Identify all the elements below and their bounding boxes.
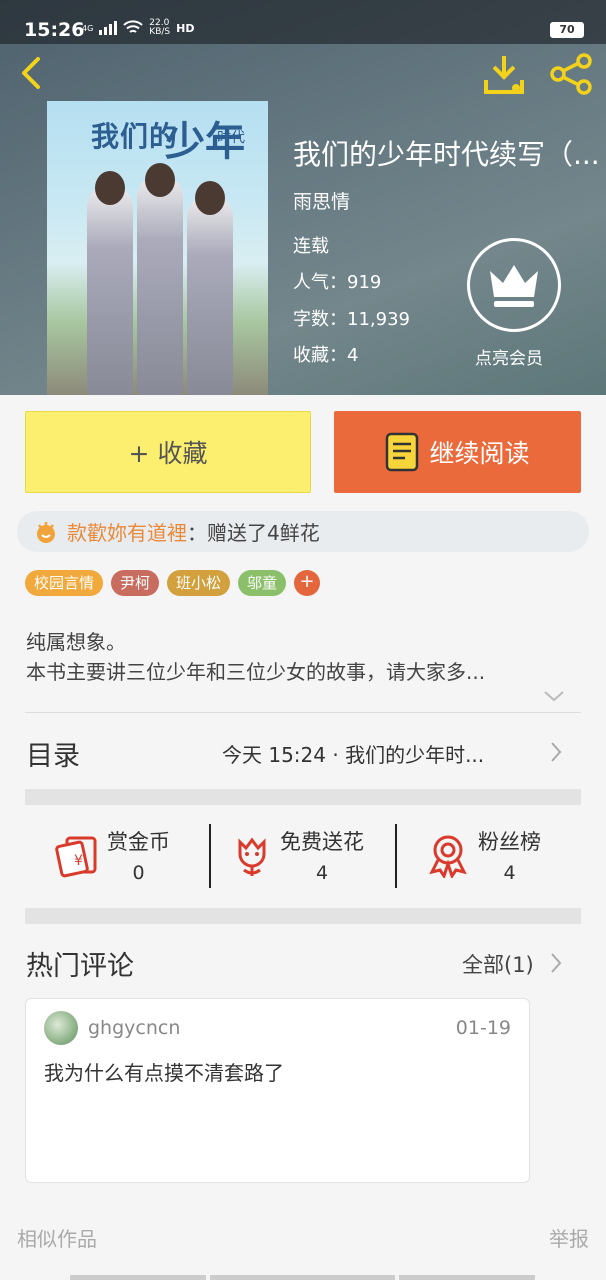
avatar[interactable] — [44, 1011, 78, 1045]
book-status: 连载 — [293, 236, 329, 257]
hot-comments-title: 热门评论 — [26, 951, 134, 982]
signal-icon — [99, 21, 118, 35]
section-separator — [25, 789, 581, 805]
wifi-icon — [123, 20, 143, 33]
all-comments-label: 全部(1) — [462, 953, 534, 977]
reward-coins-label: 赏金币 — [107, 830, 170, 854]
cover-figure-head — [95, 171, 125, 205]
status-icons: 4G 22.0 KB/S HD — [82, 19, 194, 37]
tag-list: 校园言情 尹柯 班小松 邬童 + — [25, 570, 321, 596]
book-title: 我们的少年时代续写（... — [293, 138, 600, 171]
book-word-count: 字数：11,939 — [293, 309, 410, 330]
download-icon[interactable] — [480, 52, 528, 96]
tag-item[interactable]: 尹柯 — [111, 570, 160, 596]
fan-ranking-value: 4 — [503, 862, 516, 884]
status-time: 15:26 — [24, 19, 85, 41]
cover-figure-head — [195, 181, 225, 215]
similar-work-thumb[interactable] — [210, 1275, 395, 1280]
gift-text: ：赠送了4鲜花 — [187, 521, 320, 545]
comment-date: 01-19 — [455, 1017, 511, 1039]
collect-button[interactable]: + 收藏 — [25, 411, 311, 493]
hd-badge: HD — [176, 21, 195, 35]
chevron-right-icon — [551, 953, 562, 973]
comment-user[interactable]: ghgycncn — [88, 1017, 180, 1039]
cover-figure-head — [145, 163, 175, 197]
similar-work-thumb[interactable] — [70, 1275, 206, 1280]
similar-work-thumb[interactable] — [399, 1275, 535, 1280]
stat-divider — [395, 824, 397, 888]
description-line-1: 纯属想象。 — [26, 630, 126, 654]
flower-gift-icon — [37, 521, 55, 543]
cover-figure — [87, 185, 133, 395]
section-separator — [25, 908, 581, 924]
gift-notice[interactable]: 款歡妳有道裡 ：赠送了4鲜花 — [17, 511, 589, 552]
report-button[interactable]: 举报 — [549, 1223, 589, 1252]
comment-text: 我为什么有点摸不清套路了 — [44, 1061, 284, 1085]
crown-icon — [490, 265, 538, 307]
vip-label: 点亮会员 — [475, 349, 543, 369]
gift-user[interactable]: 款歡妳有道裡 — [67, 517, 187, 546]
red-envelope-icon: ¥ — [55, 836, 97, 878]
cover-figure — [187, 195, 233, 395]
book-author[interactable]: 雨思情 — [293, 187, 350, 214]
collect-label: + 收藏 — [128, 439, 208, 468]
cover-figure — [137, 175, 183, 395]
continue-reading-label: 继续阅读 — [429, 439, 530, 468]
network-label: 4G — [82, 23, 94, 33]
stat-divider — [209, 824, 211, 888]
book-cover[interactable]: 我们的 少年 时代 — [47, 101, 268, 395]
book-popularity: 人气：919 — [293, 272, 382, 293]
divider — [25, 712, 581, 713]
book-favorites: 收藏：4 — [293, 345, 359, 366]
toc-label: 目录 — [26, 741, 80, 772]
free-flowers[interactable]: 免费送花 4 — [232, 822, 364, 888]
fan-ranking[interactable]: 粉丝榜 4 — [428, 822, 541, 888]
net-speed: 22.0 KB/S — [149, 18, 171, 37]
medal-icon — [429, 835, 467, 878]
free-flowers-value: 4 — [315, 862, 329, 884]
book-icon — [386, 432, 419, 472]
description-line-2: 本书主要讲三位少年和三位少女的故事，请大家多... — [26, 660, 486, 684]
chevron-right-icon — [551, 742, 562, 762]
fan-ranking-label: 粉丝榜 — [478, 830, 541, 854]
status-bar: 15:26 4G 22.0 KB/S HD 70 — [0, 0, 606, 44]
similar-works-label: 相似作品 — [17, 1227, 97, 1251]
expand-chevron-icon[interactable] — [542, 688, 566, 704]
flower-icon — [238, 837, 266, 876]
add-tag-button[interactable]: + — [294, 570, 321, 596]
back-icon[interactable] — [14, 55, 50, 91]
tag-item[interactable]: 校园言情 — [25, 570, 104, 596]
toc-latest-chapter: 今天 15:24 · 我们的少年时... — [222, 743, 485, 767]
cover-title-small: 时代 — [217, 130, 245, 146]
tag-item[interactable]: 班小松 — [167, 570, 231, 596]
free-flowers-label: 免费送花 — [280, 830, 364, 854]
share-icon[interactable] — [548, 52, 596, 96]
battery-icon: 70 — [550, 22, 584, 38]
comment-card[interactable]: ghgycncn 01-19 我为什么有点摸不清套路了 — [25, 998, 530, 1183]
reward-coins-value: 0 — [132, 862, 145, 884]
continue-reading-button[interactable]: 继续阅读 — [334, 411, 581, 493]
vip-button[interactable] — [467, 238, 561, 332]
reward-coins[interactable]: ¥ 赏金币 0 — [55, 822, 170, 888]
tag-item[interactable]: 邬童 — [238, 570, 287, 596]
svg-text:¥: ¥ — [74, 853, 83, 869]
